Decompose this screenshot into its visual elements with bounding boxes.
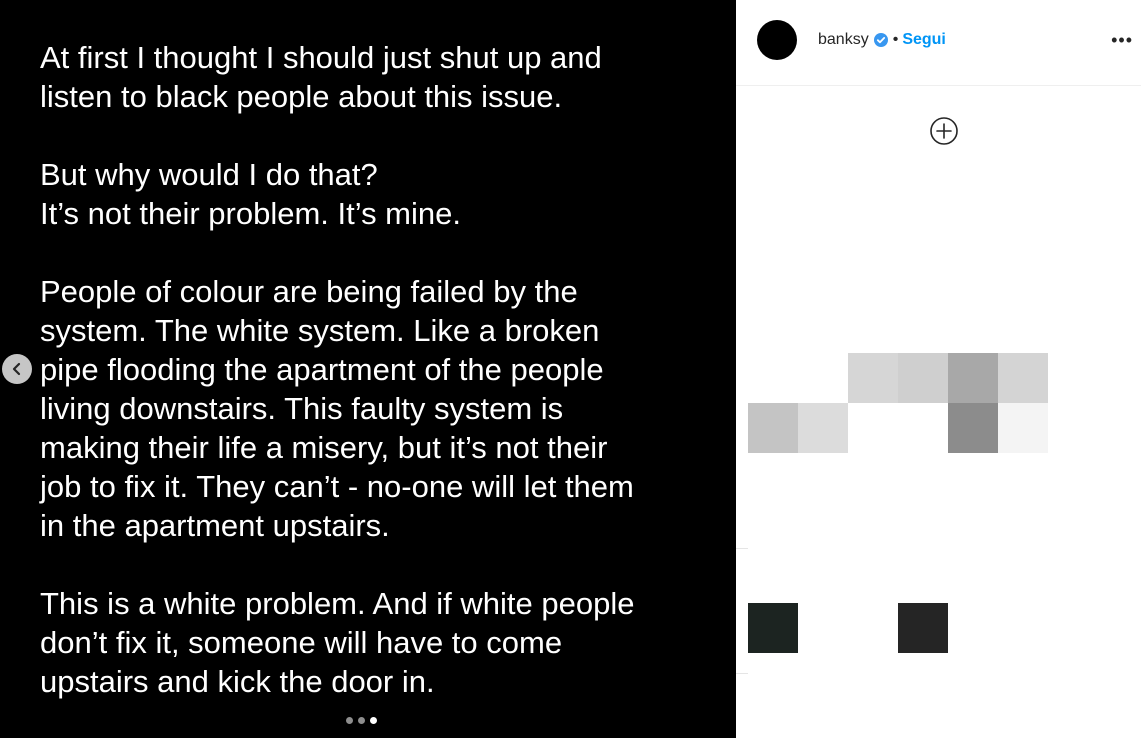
- more-options-icon[interactable]: •••: [1111, 30, 1133, 51]
- pixelated-block: [948, 353, 998, 403]
- chevron-left-icon: [12, 362, 21, 376]
- pixelated-block: [948, 403, 998, 453]
- divider: [736, 548, 748, 549]
- pixelated-block: [898, 603, 948, 653]
- follow-button[interactable]: Segui: [902, 31, 946, 49]
- post-header: banksy • Segui •••: [736, 0, 1141, 86]
- post-image: At first I thought I should just shut up…: [0, 0, 736, 738]
- carousel-indicator: [346, 717, 377, 724]
- separator-dot: •: [892, 31, 899, 48]
- carousel-dot: [346, 717, 353, 724]
- post-paragraph: At first I thought I should just shut up…: [40, 40, 602, 114]
- pixelated-block: [998, 403, 1048, 453]
- avatar[interactable]: [757, 20, 797, 60]
- pixelated-block: [748, 403, 798, 453]
- pixelated-block: [798, 403, 848, 453]
- post-paragraph: People of colour are being failed by the…: [40, 274, 634, 543]
- post-text: At first I thought I should just shut up…: [40, 38, 700, 740]
- user-row: banksy • Segui: [818, 31, 946, 49]
- divider: [736, 673, 748, 674]
- post-sidebar: banksy • Segui •••: [736, 0, 1141, 738]
- pixelated-block: [898, 353, 948, 403]
- pixelated-block: [748, 603, 798, 653]
- add-circle-icon[interactable]: [929, 116, 959, 146]
- post-paragraph: But why would I do that? It’s not their …: [40, 157, 461, 231]
- carousel-prev-button[interactable]: [2, 354, 32, 384]
- username-link[interactable]: banksy: [818, 31, 869, 49]
- pixelated-block: [998, 353, 1048, 403]
- verified-badge-icon: [873, 33, 888, 47]
- carousel-dot: [358, 717, 365, 724]
- carousel-dot-active: [370, 717, 377, 724]
- pixelated-block: [848, 353, 898, 403]
- post-paragraph: This is a white problem. And if white pe…: [40, 586, 635, 699]
